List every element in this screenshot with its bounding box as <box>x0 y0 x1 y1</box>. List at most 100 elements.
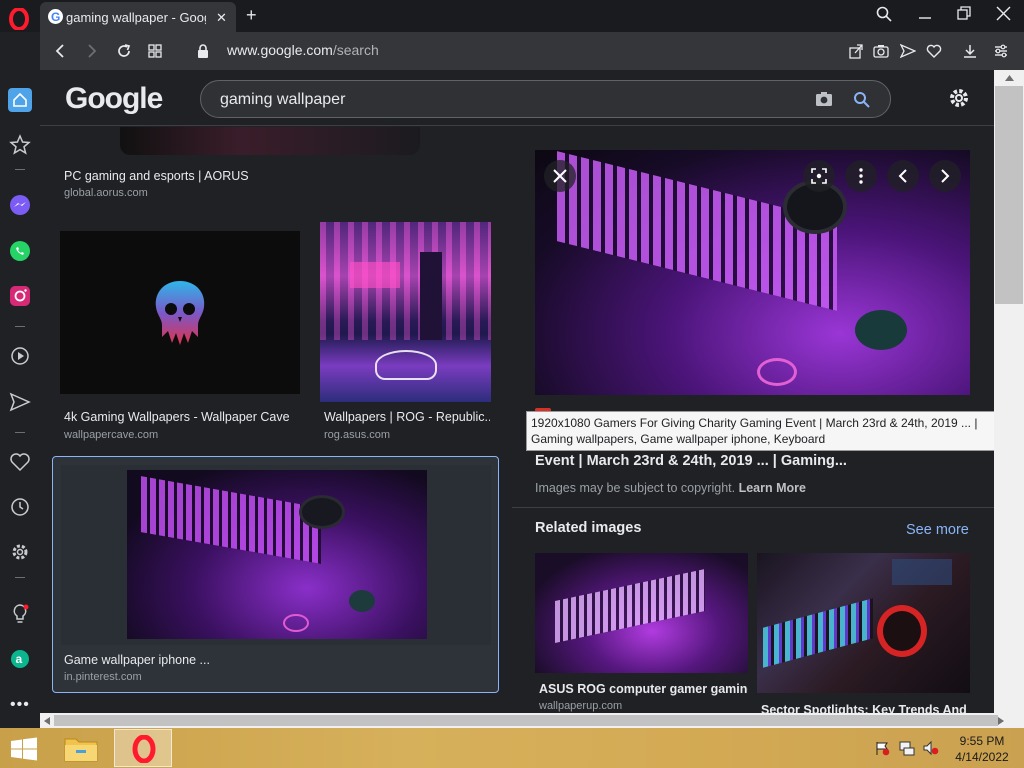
preview-title[interactable]: Event | March 23rd & 24th, 2019 ... | Ga… <box>535 453 847 469</box>
windows-start-icon[interactable] <box>10 737 38 761</box>
browser-tab[interactable]: G gaming wallpaper - Google ✕ <box>40 2 236 32</box>
bookmarks-heart-icon[interactable] <box>8 450 32 474</box>
panel-divider <box>512 507 994 508</box>
back-icon[interactable] <box>52 43 68 59</box>
vertical-scrollbar-thumb[interactable] <box>995 86 1023 304</box>
result-caption[interactable]: Game wallpaper iphone ... <box>64 653 484 667</box>
tab-search-icon[interactable] <box>876 6 892 22</box>
opera-menu-icon[interactable] <box>8 8 30 30</box>
volume-muted-icon[interactable] <box>922 740 940 756</box>
close-window-icon[interactable] <box>996 6 1011 21</box>
tips-lightbulb-icon[interactable] <box>8 602 32 626</box>
preview-image[interactable] <box>535 150 970 395</box>
previous-image-icon[interactable] <box>887 160 919 192</box>
next-image-icon[interactable] <box>929 160 961 192</box>
screen: G gaming wallpaper - Google ✕ + www.goog… <box>0 0 1024 768</box>
scroll-up-arrow-icon[interactable] <box>1005 75 1014 81</box>
related-caption[interactable]: ASUS ROG computer gamer gaming... <box>539 682 748 696</box>
opera-taskbar-icon <box>132 735 156 763</box>
google-header: Google gaming wallpaper <box>40 70 1024 126</box>
minimize-icon[interactable] <box>918 6 932 22</box>
url-field[interactable]: www.google.com/search <box>227 42 379 58</box>
sidebar-divider <box>15 432 25 433</box>
restore-icon[interactable] <box>957 6 971 22</box>
result-source: rog.asus.com <box>324 429 391 441</box>
easy-setup-icon[interactable] <box>993 43 1009 59</box>
scrollbar-corner <box>1008 713 1024 728</box>
related-image-card[interactable]: Sector Spotlights: Key Trends And ... <box>757 553 970 713</box>
search-input[interactable]: gaming wallpaper <box>220 91 345 109</box>
search-by-image-icon[interactable] <box>815 91 833 107</box>
speed-dial-icon[interactable] <box>147 43 163 59</box>
address-bar: www.google.com/search <box>40 32 1024 70</box>
result-caption[interactable]: PC gaming and esports | AORUS <box>64 169 464 183</box>
aria-icon[interactable]: a <box>8 647 32 671</box>
speed-dial-star-icon[interactable] <box>8 133 32 157</box>
player-icon[interactable] <box>8 344 32 368</box>
google-logo[interactable]: Google <box>65 82 163 116</box>
home-icon[interactable] <box>8 88 32 112</box>
result-card-selected[interactable]: Game wallpaper iphone ... in.pinterest.c… <box>52 456 499 693</box>
clock-date[interactable]: 4/14/2022 <box>950 750 1014 764</box>
copyright-notice: Images may be subject to copyright. Lear… <box>535 481 806 495</box>
related-image-card[interactable]: ASUS ROG computer gamer gaming... wallpa… <box>535 553 748 713</box>
related-thumbnail[interactable] <box>535 553 748 673</box>
keyboard-thumbnail[interactable] <box>127 470 427 639</box>
mouse-image <box>349 590 375 612</box>
keyboard-image <box>555 569 705 643</box>
messenger-icon[interactable] <box>8 193 32 217</box>
result-thumbnail[interactable] <box>320 222 491 402</box>
related-caption[interactable]: Sector Spotlights: Key Trends And ... <box>761 703 970 713</box>
send-icon[interactable] <box>900 43 916 59</box>
opera-taskbar-button[interactable] <box>114 729 172 767</box>
scroll-left-arrow-icon[interactable] <box>44 717 50 725</box>
scroll-right-arrow-icon[interactable] <box>998 717 1004 725</box>
downloads-icon[interactable] <box>962 43 978 59</box>
search-box[interactable]: gaming wallpaper <box>200 80 891 118</box>
keyboard-image <box>557 151 837 311</box>
lock-icon[interactable] <box>195 43 211 59</box>
copyright-text: Images may be subject to copyright. <box>535 481 736 495</box>
monitor-image <box>892 559 952 585</box>
related-thumbnail[interactable] <box>757 553 970 693</box>
result-thumbnail[interactable] <box>60 231 300 394</box>
image-results-grid: PC gaming and esports | AORUS global.aor… <box>40 127 510 713</box>
snapshot-icon[interactable] <box>873 43 889 59</box>
lens-search-icon[interactable] <box>803 160 835 192</box>
settings-gear-icon[interactable] <box>8 540 32 564</box>
google-favicon-icon: G <box>48 9 63 24</box>
result-thumbnail[interactable] <box>120 127 420 155</box>
whatsapp-icon[interactable] <box>8 239 32 263</box>
rog-logo-image <box>375 350 437 380</box>
result-card[interactable]: PC gaming and esports | AORUS global.aor… <box>40 127 510 207</box>
horizontal-scrollbar[interactable] <box>40 713 1008 728</box>
new-tab-icon[interactable]: + <box>246 5 257 26</box>
mouse-image <box>855 310 907 350</box>
result-caption[interactable]: 4k Gaming Wallpapers - Wallpaper Cave <box>64 410 300 424</box>
result-card[interactable]: Wallpapers | ROG - Republic... rog.asus.… <box>320 222 491 443</box>
file-explorer-icon[interactable] <box>62 731 100 765</box>
search-icon[interactable] <box>853 91 871 109</box>
tab-title: gaming wallpaper - Google <box>66 10 206 25</box>
horizontal-scrollbar-thumb[interactable] <box>54 715 998 726</box>
close-preview-button[interactable] <box>544 160 576 192</box>
sidebar-more-icon[interactable]: ••• <box>10 696 30 714</box>
vertical-scrollbar[interactable] <box>994 70 1024 713</box>
history-clock-icon[interactable] <box>8 495 32 519</box>
network-icon[interactable] <box>898 740 916 756</box>
my-flow-icon[interactable] <box>8 390 32 414</box>
tab-close-icon[interactable]: ✕ <box>216 10 227 26</box>
instagram-icon[interactable] <box>8 284 32 308</box>
action-center-flag-icon[interactable] <box>874 740 890 756</box>
learn-more-link[interactable]: Learn More <box>739 481 806 495</box>
search-settings-gear-icon[interactable] <box>947 86 971 110</box>
forward-icon[interactable] <box>84 43 100 59</box>
see-more-link[interactable]: See more <box>906 522 969 538</box>
share-icon[interactable] <box>848 43 864 59</box>
result-caption[interactable]: Wallpapers | ROG - Republic... <box>324 410 490 424</box>
result-card[interactable]: 4k Gaming Wallpapers - Wallpaper Cave wa… <box>60 231 300 443</box>
bookmark-heart-icon[interactable] <box>926 43 942 59</box>
more-options-icon[interactable] <box>845 160 877 192</box>
clock-time[interactable]: 9:55 PM <box>954 734 1010 748</box>
reload-icon[interactable] <box>116 43 132 59</box>
